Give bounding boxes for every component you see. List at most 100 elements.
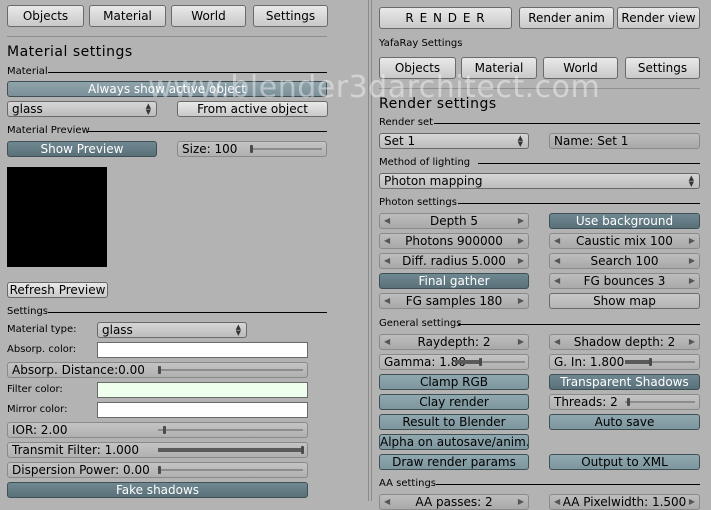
fg-bounces-field[interactable]: ◀ FG bounces 3 ▶ <box>549 273 700 289</box>
photons-field[interactable]: ◀ Photons 900000 ▶ <box>379 233 529 249</box>
arrow-left-icon[interactable]: ◀ <box>384 254 390 268</box>
arrow-left-icon[interactable]: ◀ <box>554 254 560 268</box>
slider-track <box>625 401 695 403</box>
arrow-left-icon[interactable]: ◀ <box>384 335 390 349</box>
arrow-right-icon[interactable]: ▶ <box>689 234 695 248</box>
slider-knob[interactable] <box>479 358 482 366</box>
section-rule <box>434 123 700 124</box>
material-settings-title: Material settings <box>7 44 133 60</box>
transmit-filter-slider[interactable]: Transmit Filter: 1.000 <box>7 442 308 458</box>
ior-slider[interactable]: IOR: 2.00 <box>7 422 308 438</box>
gamma-slider[interactable]: Gamma: 1.80 <box>379 354 529 370</box>
clay-render-toggle[interactable]: Clay render <box>379 394 529 410</box>
caustic-mix-value: Caustic mix 100 <box>576 234 673 248</box>
tab-settings[interactable]: Settings <box>253 5 328 27</box>
slider-track <box>158 369 303 371</box>
depth-field[interactable]: ◀ Depth 5 ▶ <box>379 213 529 229</box>
section-rule <box>88 131 327 132</box>
yafaray-settings-label: YafaRay Settings <box>379 38 463 49</box>
final-gather-toggle[interactable]: Final gather <box>379 273 529 289</box>
mirror-color-swatch[interactable] <box>97 402 308 418</box>
auto-save-toggle[interactable]: Auto save <box>549 414 700 430</box>
arrow-right-icon[interactable]: ▶ <box>518 495 524 509</box>
shadow-depth-field[interactable]: ◀ Shadow depth: 2 ▶ <box>549 334 700 350</box>
alpha-autosave-toggle[interactable]: Alpha on autosave/anim. <box>379 434 529 450</box>
arrow-right-icon[interactable]: ▶ <box>689 495 695 509</box>
tab-objects[interactable]: Objects <box>7 5 84 27</box>
size-slider[interactable]: Size: 100 <box>177 141 327 157</box>
arrow-left-icon[interactable]: ◀ <box>554 495 560 509</box>
slider-knob[interactable] <box>250 145 253 153</box>
arrow-left-icon[interactable]: ◀ <box>384 495 390 509</box>
slider-knob[interactable] <box>158 366 161 374</box>
transparent-shadows-toggle[interactable]: Transparent Shadows <box>549 374 700 390</box>
section-rule <box>48 312 327 313</box>
material-select[interactable]: glass ▲ ▼ <box>7 101 157 117</box>
material-section-label: Material <box>7 66 48 77</box>
aa-passes-value: AA passes: 2 <box>415 495 493 509</box>
raydepth-field[interactable]: ◀ Raydepth: 2 ▶ <box>379 334 529 350</box>
updown-arrows-icon: ▲ ▼ <box>688 174 694 188</box>
arrow-right-icon[interactable]: ▶ <box>518 254 524 268</box>
filter-color-swatch[interactable] <box>97 382 308 398</box>
slider-knob[interactable] <box>163 426 166 434</box>
show-preview-toggle[interactable]: Show Preview <box>7 141 157 157</box>
material-type-select[interactable]: glass ▲ ▼ <box>97 322 247 338</box>
output-to-xml-toggle[interactable]: Output to XML <box>549 454 700 470</box>
arrow-left-icon[interactable]: ◀ <box>554 335 560 349</box>
arrow-right-icon[interactable]: ▶ <box>518 214 524 228</box>
set-name-field[interactable]: Name: Set 1 <box>549 133 700 149</box>
tab-world[interactable]: World <box>171 5 246 27</box>
arrow-left-icon[interactable]: ◀ <box>384 294 390 308</box>
fg-samples-field[interactable]: ◀ FG samples 180 ▶ <box>379 293 529 309</box>
arrow-right-icon[interactable]: ▶ <box>689 274 695 288</box>
arrow-right-icon[interactable]: ▶ <box>518 234 524 248</box>
render-set-select[interactable]: Set 1 ▲ ▼ <box>379 133 529 149</box>
fake-shadows-toggle[interactable]: Fake shadows <box>7 482 308 498</box>
absorp-distance-slider[interactable]: Absorp. Distance:0.00 <box>7 362 308 378</box>
transmit-filter-label: Transmit Filter: 1.000 <box>12 443 139 457</box>
threads-slider[interactable]: Threads: 2 <box>549 394 700 410</box>
refresh-preview-button[interactable]: Refresh Preview <box>7 282 108 298</box>
material-preview-canvas <box>7 167 107 267</box>
gamma-label: Gamma: 1.80 <box>384 355 466 369</box>
show-map-toggle[interactable]: Show map <box>549 293 700 309</box>
arrow-right-icon[interactable]: ▶ <box>689 254 695 268</box>
use-background-toggle[interactable]: Use background <box>549 213 700 229</box>
diff-radius-field[interactable]: ◀ Diff. radius 5.000 ▶ <box>379 253 529 269</box>
absorp-color-swatch[interactable] <box>97 342 308 358</box>
clamp-rgb-toggle[interactable]: Clamp RGB <box>379 374 529 390</box>
raydepth-value: Raydepth: 2 <box>417 335 491 349</box>
lighting-method-select[interactable]: Photon mapping ▲ ▼ <box>379 173 700 189</box>
search-value: Search 100 <box>590 254 659 268</box>
arrow-left-icon[interactable]: ◀ <box>554 274 560 288</box>
slider-knob[interactable] <box>649 358 652 366</box>
search-field[interactable]: ◀ Search 100 ▶ <box>549 253 700 269</box>
render-button[interactable]: R E N D E R <box>379 7 512 29</box>
render-anim-button[interactable]: Render anim <box>519 7 614 29</box>
tab-material[interactable]: Material <box>89 5 166 27</box>
section-rule <box>478 163 700 164</box>
arrow-left-icon[interactable]: ◀ <box>384 214 390 228</box>
arrow-left-icon[interactable]: ◀ <box>384 234 390 248</box>
slider-fill <box>158 448 303 452</box>
g-in-slider[interactable]: G. In: 1.800 <box>549 354 700 370</box>
slider-knob[interactable] <box>627 398 630 406</box>
arrow-right-icon[interactable]: ▶ <box>689 335 695 349</box>
arrow-right-icon[interactable]: ▶ <box>518 294 524 308</box>
arrow-right-icon[interactable]: ▶ <box>518 335 524 349</box>
tab-settings-right[interactable]: Settings <box>625 57 700 79</box>
caustic-mix-field[interactable]: ◀ Caustic mix 100 ▶ <box>549 233 700 249</box>
arrow-left-icon[interactable]: ◀ <box>554 234 560 248</box>
aa-pixelwidth-value: AA Pixelwidth: 1.500 <box>562 495 687 509</box>
dispersion-power-slider[interactable]: Dispersion Power: 0.00 <box>7 462 308 478</box>
result-to-blender-toggle[interactable]: Result to Blender <box>379 414 529 430</box>
render-view-button[interactable]: Render view <box>617 7 700 29</box>
shadow-depth-value: Shadow depth: 2 <box>573 335 676 349</box>
aa-pixelwidth-field[interactable]: ◀ AA Pixelwidth: 1.500 ▶ <box>549 494 700 510</box>
slider-knob[interactable] <box>158 466 161 474</box>
draw-render-params-toggle[interactable]: Draw render params <box>379 454 529 470</box>
slider-knob[interactable] <box>301 446 304 454</box>
general-settings-section-label: General settings <box>379 318 462 329</box>
aa-passes-field[interactable]: ◀ AA passes: 2 ▶ <box>379 494 529 510</box>
